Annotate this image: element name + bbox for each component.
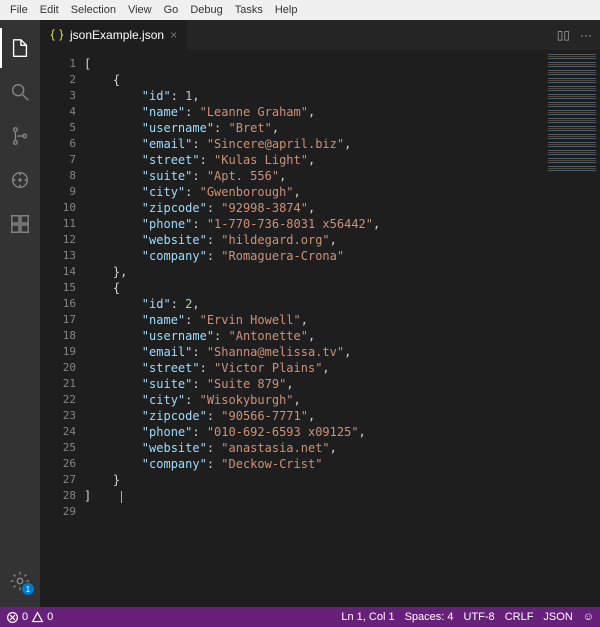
warning-icon [31,611,44,624]
status-language[interactable]: JSON [543,611,572,623]
tab-label: jsonExample.json [70,28,164,42]
status-bar: 0 0 Ln 1, Col 1 Spaces: 4 UTF-8 CRLF JSO… [0,607,600,627]
menu-tasks[interactable]: Tasks [229,4,269,16]
status-problems[interactable]: 0 0 [6,611,53,624]
status-cursor-position[interactable]: Ln 1, Col 1 [341,611,394,623]
tab-bar: jsonExample.json × ▯▯ ··· [40,20,600,50]
extensions-icon[interactable] [0,204,40,244]
activity-bar: 1 [0,20,40,607]
source-control-icon[interactable] [0,116,40,156]
feedback-icon[interactable]: ☺ [583,611,594,623]
line-number-gutter: 1234567891011121314151617181920212223242… [40,50,84,607]
minimap[interactable] [544,50,600,607]
minimap-thumb [548,54,596,174]
split-editor-icon[interactable]: ▯▯ [557,28,570,42]
menu-debug[interactable]: Debug [184,4,228,16]
search-icon[interactable] [0,72,40,112]
error-icon [6,611,19,624]
settings-icon[interactable]: 1 [0,561,40,601]
tab-jsonexample[interactable]: jsonExample.json × [40,20,187,50]
menu-selection[interactable]: Selection [65,4,122,16]
editor-area: jsonExample.json × ▯▯ ··· 12345678910111… [40,20,600,607]
menu-file[interactable]: File [4,4,34,16]
status-encoding[interactable]: UTF-8 [464,611,495,623]
tab-actions: ▯▯ ··· [549,20,600,50]
settings-badge: 1 [22,583,34,595]
menubar: FileEditSelectionViewGoDebugTasksHelp [0,0,600,20]
close-icon[interactable]: × [170,28,177,42]
code-content[interactable]: [ { "id": 1, "name": "Leanne Graham", "u… [84,50,544,607]
more-actions-icon[interactable]: ··· [580,28,592,42]
status-eol[interactable]: CRLF [505,611,534,623]
code-editor[interactable]: 1234567891011121314151617181920212223242… [40,50,600,607]
menu-view[interactable]: View [122,4,158,16]
status-indentation[interactable]: Spaces: 4 [405,611,454,623]
menu-go[interactable]: Go [158,4,185,16]
menu-help[interactable]: Help [269,4,304,16]
json-file-icon [50,28,64,42]
explorer-icon[interactable] [0,28,40,68]
debug-icon[interactable] [0,160,40,200]
main-area: 1 jsonExample.json × ▯▯ ··· 123456789101… [0,20,600,607]
menu-edit[interactable]: Edit [34,4,65,16]
